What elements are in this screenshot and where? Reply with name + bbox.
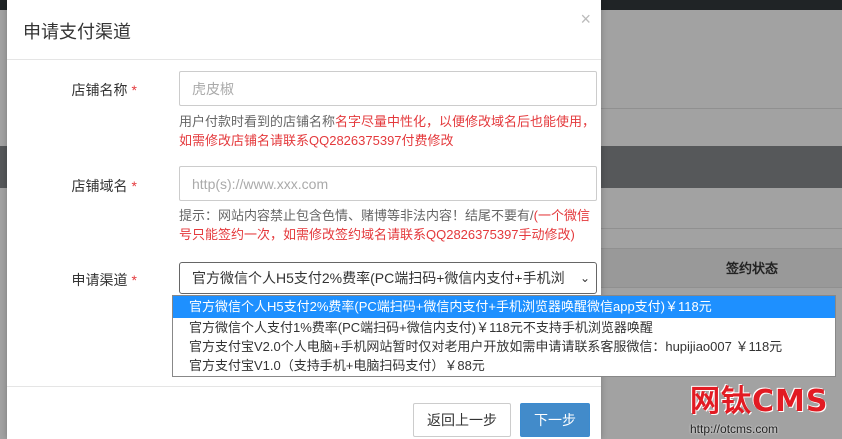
channel-option[interactable]: 官方微信个人H5支付2%费率(PC端扫码+微信内支付+手机浏览器唤醒微信app支… [173,296,835,318]
channel-select-value: 官方微信个人H5支付2%费率(PC端扫码+微信内支付+手机浏 [192,270,565,286]
shop-name-input[interactable] [179,71,597,106]
next-button[interactable]: 下一步 [520,403,590,437]
channel-option[interactable]: 官方微信个人支付1%费率(PC端扫码+微信内支付)￥118元不支持手机浏览器唤醒 [173,318,835,337]
shop-domain-input[interactable] [179,166,597,201]
required-mark: * [131,82,137,98]
required-mark: * [131,178,137,194]
shop-domain-help-text: 提示：网站内容禁止包含色情、赌博等非法内容！结尾不要有/ [179,208,534,223]
watermark-url: http://otcms.com [690,422,779,436]
shop-domain-help: 提示：网站内容禁止包含色情、赌博等非法内容！结尾不要有/(一个微信号只能签约一次… [179,206,599,244]
chevron-down-icon: ⌄ [579,271,590,285]
channel-label: 申请渠道 * [7,270,137,290]
channel-option[interactable]: 官方支付宝V1.0（支持手机+电脑扫码支付）￥88元 [173,356,835,375]
close-icon[interactable]: × [580,9,591,30]
modal-footer: 返回上一步 下一步 [7,386,601,439]
modal-header: 申请支付渠道 × [7,0,601,60]
channel-label-text: 申请渠道 [71,272,128,288]
shop-name-label-text: 店铺名称 [71,82,128,98]
shop-name-help-text: 用户付款时看到的店铺名称 [179,114,336,129]
shop-name-label: 店铺名称 * [7,80,137,100]
channel-dropdown-list: 官方微信个人H5支付2%费率(PC端扫码+微信内支付+手机浏览器唤醒微信app支… [172,295,836,377]
shop-domain-label: 店铺域名 * [7,176,137,196]
channel-select[interactable]: 官方微信个人H5支付2%费率(PC端扫码+微信内支付+手机浏 ⌄ [179,262,597,294]
required-mark: * [131,272,137,288]
watermark-logo: 网钛CMS [690,384,829,419]
channel-option[interactable]: 官方支付宝V2.0个人电脑+手机网站暂时仅对老用户开放如需申请请联系客服微信：h… [173,337,835,356]
shop-name-help: 用户付款时看到的店铺名称名字尽量中性化，以便修改域名后也能使用，如需修改店铺名请… [179,112,599,150]
shop-domain-label-text: 店铺域名 [71,178,128,194]
modal-title: 申请支付渠道 [23,22,131,42]
watermark: 网钛CMS http://otcms.com [690,376,840,436]
back-button[interactable]: 返回上一步 [413,403,511,437]
